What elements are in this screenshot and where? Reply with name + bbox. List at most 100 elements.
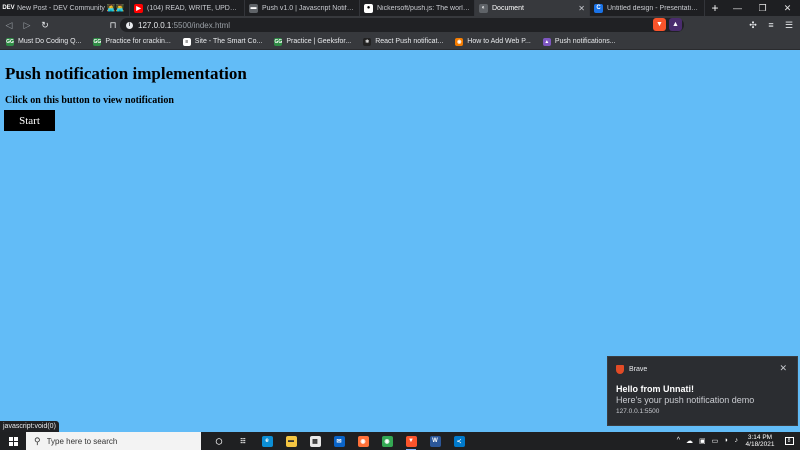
- tab-title: New Post - DEV Community 👩‍💻👨‍💻: [17, 5, 125, 12]
- taskbar-app-vscode[interactable]: ≺: [447, 432, 471, 450]
- tab-favicon-icon: ◐: [479, 3, 488, 13]
- search-icon: ⚲: [34, 435, 41, 446]
- bookmark-item[interactable]: GG Practice | Geeksfor...: [274, 37, 352, 46]
- notification-app-name: Brave: [629, 366, 648, 373]
- tab-close-icon[interactable]: ✕: [578, 4, 585, 13]
- bookmark-item[interactable]: ⚛ React Push notificat...: [363, 37, 444, 46]
- status-bar: javascript:void(0): [0, 421, 59, 432]
- chrome-icon: ◉: [381, 435, 393, 447]
- taskbar-search-input[interactable]: [46, 436, 187, 446]
- address-bar[interactable]: i 127.0.0.1 :5500/index.html: [120, 18, 684, 32]
- tab-favicon-icon: ▬: [249, 3, 258, 13]
- back-arrow-icon: ◁: [5, 19, 13, 30]
- start-menu-button[interactable]: [0, 432, 26, 450]
- tab-title: Document: [492, 4, 524, 12]
- site-info-icon[interactable]: i: [126, 21, 133, 29]
- bookmarks-bar: GG Must Do Coding Q... GG Practice for crac…: [0, 34, 800, 50]
- tray-icon[interactable]: ◗: [724, 437, 728, 445]
- bookmark-item[interactable]: ◉ How to Add Web P...: [455, 37, 531, 46]
- window-controls: — ❐ ✕: [725, 0, 800, 16]
- bookmark-label: Practice | Geeksfor...: [286, 38, 352, 45]
- new-tab-button[interactable]: +: [705, 1, 725, 15]
- clock[interactable]: 3:14 PM 4/18/2021: [743, 434, 777, 448]
- tab-favicon-icon: DEV: [2, 3, 15, 13]
- bookmark-favicon-icon: ≡: [182, 37, 191, 46]
- bookmark-label: How to Add Web P...: [467, 38, 531, 45]
- taskbar-app-task-view[interactable]: ◯: [207, 432, 231, 450]
- url-host[interactable]: 127.0.0.1: [138, 21, 171, 30]
- tab-title: Untitled design - Presentation (16:: [607, 4, 700, 12]
- push-notification-toast[interactable]: Brave ✕ Hello from Unnati! Here's your p…: [607, 356, 798, 426]
- extensions-icon[interactable]: ✣: [746, 20, 760, 31]
- browser-tab[interactable]: C Untitled design - Presentation (16:: [590, 0, 705, 16]
- bookmark-favicon-icon: GG: [6, 37, 14, 46]
- start-button[interactable]: Start: [4, 110, 55, 131]
- tray-icon[interactable]: ♪: [735, 437, 739, 445]
- bookmark-favicon-icon: ▲: [542, 37, 551, 46]
- notification-title: Hello from Unnati!: [616, 384, 694, 394]
- bookmark-item[interactable]: GG Practice for crackin...: [93, 37, 171, 46]
- page-instruction: Click on this button to view notificatio…: [5, 95, 174, 106]
- reading-list-icon[interactable]: ≡: [764, 20, 778, 30]
- bookmark-label: Must Do Coding Q...: [18, 38, 82, 45]
- browser-tab[interactable]: ▬ Push v1.0 | Javascript Notification: [245, 0, 360, 16]
- taskbar-app-brave[interactable]: ▼: [399, 432, 423, 450]
- forward-arrow-icon: ▷: [23, 19, 31, 30]
- browser-tab[interactable]: ● Nickersoft/push.js: The world's m: [360, 0, 475, 16]
- notification-close-button[interactable]: ✕: [779, 363, 787, 374]
- action-center-button[interactable]: 8: [782, 432, 796, 450]
- brave-rewards-icon[interactable]: ▲: [669, 18, 682, 31]
- bookmark-favicon-icon: ◉: [455, 37, 464, 46]
- bookmark-favicon-icon: GG: [274, 37, 283, 46]
- tab-title: Nickersoft/push.js: The world's m: [377, 4, 470, 12]
- bookmark-label: Practice for crackin...: [105, 38, 171, 45]
- restore-button[interactable]: ❐: [750, 0, 775, 16]
- taskbar-app-mail[interactable]: ✉: [327, 432, 351, 450]
- navigation-bar: ◁ ▷ ↻ ⊓ i 127.0.0.1 :5500/index.html ▼ ▲…: [0, 16, 800, 34]
- bookmark-favicon-icon: GG: [93, 37, 102, 46]
- brave-logo-icon: [616, 365, 624, 374]
- reload-button[interactable]: ↻: [36, 16, 54, 34]
- tray-icon[interactable]: ▭: [712, 437, 719, 445]
- bookmark-item[interactable]: ≡ Site - The Smart Co...: [182, 37, 263, 46]
- bookmark-item[interactable]: GG Must Do Coding Q...: [6, 37, 82, 46]
- taskbar-app-chrome[interactable]: ◉: [375, 432, 399, 450]
- minimize-button[interactable]: —: [725, 0, 750, 16]
- reload-icon: ↻: [41, 19, 49, 30]
- taskbar-app-file-explorer[interactable]: ▬: [279, 432, 303, 450]
- bookmark-label: Site - The Smart Co...: [194, 38, 263, 45]
- widgets-icon: ☷: [237, 435, 249, 447]
- task-view-icon: ◯: [213, 435, 225, 447]
- tray-icon[interactable]: ^: [677, 437, 680, 445]
- brave-icon: ▼: [405, 435, 417, 447]
- notification-origin: 127.0.0.1:5500: [616, 408, 660, 415]
- taskbar-app-word[interactable]: W: [423, 432, 447, 450]
- bookmark-item[interactable]: ▲ Push notifications...: [542, 37, 616, 46]
- windows-taskbar: ⚲ ◯ ☷ e ▬ ▦ ✉ ◉ ◉ ▼ W ≺ ^ ☁ ▣ ▭ ◗ ♪ 3:14 PM 4/18/2021 8: [0, 432, 800, 450]
- back-button[interactable]: ◁: [0, 16, 18, 34]
- tray-icon[interactable]: ☁: [686, 437, 693, 445]
- taskbar-app-store[interactable]: ▦: [303, 432, 327, 450]
- close-window-button[interactable]: ✕: [775, 0, 800, 16]
- file-explorer-icon: ▬: [285, 435, 297, 447]
- bookmark-label: React Push notificat...: [375, 38, 444, 45]
- taskbar-search[interactable]: ⚲: [26, 432, 201, 450]
- vscode-icon: ≺: [453, 435, 465, 447]
- browser-tab[interactable]: ▶ (104) READ, WRITE, UPDATE, DELE: [130, 0, 245, 16]
- tray-icon[interactable]: ▣: [699, 437, 706, 445]
- clock-date: 4/18/2021: [745, 441, 775, 448]
- taskbar-app-firefox[interactable]: ◉: [351, 432, 375, 450]
- forward-button[interactable]: ▷: [18, 16, 36, 34]
- bookmark-favicon-icon: ⚛: [363, 37, 372, 46]
- brave-shields-icon[interactable]: ▼: [653, 18, 666, 31]
- word-icon: W: [429, 435, 441, 447]
- taskbar-app-widgets[interactable]: ☷: [231, 432, 255, 450]
- taskbar-app-edge[interactable]: e: [255, 432, 279, 450]
- menu-icon[interactable]: ☰: [782, 20, 796, 31]
- browser-tab[interactable]: DEV New Post - DEV Community 👩‍💻👨‍💻: [0, 0, 130, 16]
- mail-icon: ✉: [333, 435, 345, 447]
- browser-tab[interactable]: ◐ Document ✕: [475, 0, 590, 16]
- toolbar-right: ✣ ≡ ☰: [746, 16, 796, 34]
- action-center-count: 8: [784, 437, 794, 445]
- url-path[interactable]: :5500/index.html: [171, 21, 230, 30]
